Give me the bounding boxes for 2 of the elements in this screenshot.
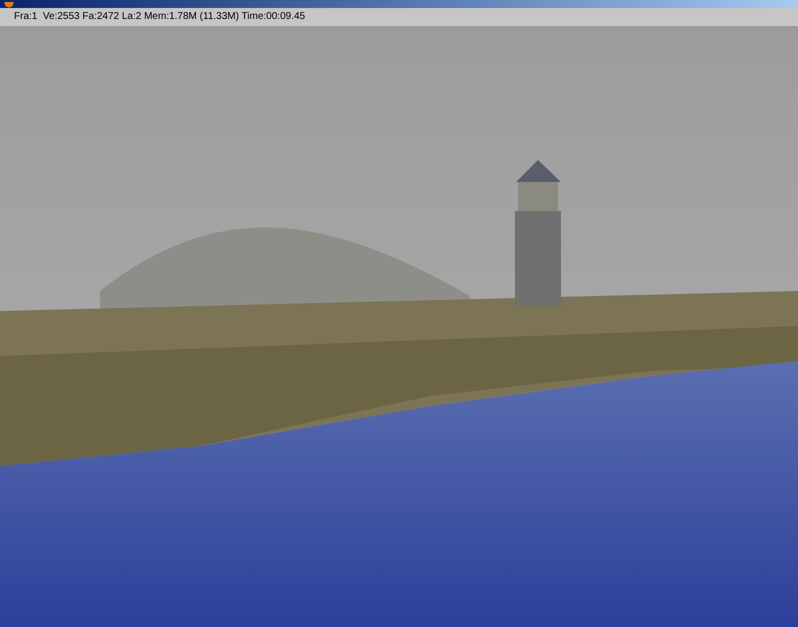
render-stats: Fra:1 Ve:2553 Fa:2472 La:2 Mem:1.78M (11.33M) Time:00:09.45 (14, 12, 306, 22)
app-icon (4, 2, 14, 8)
